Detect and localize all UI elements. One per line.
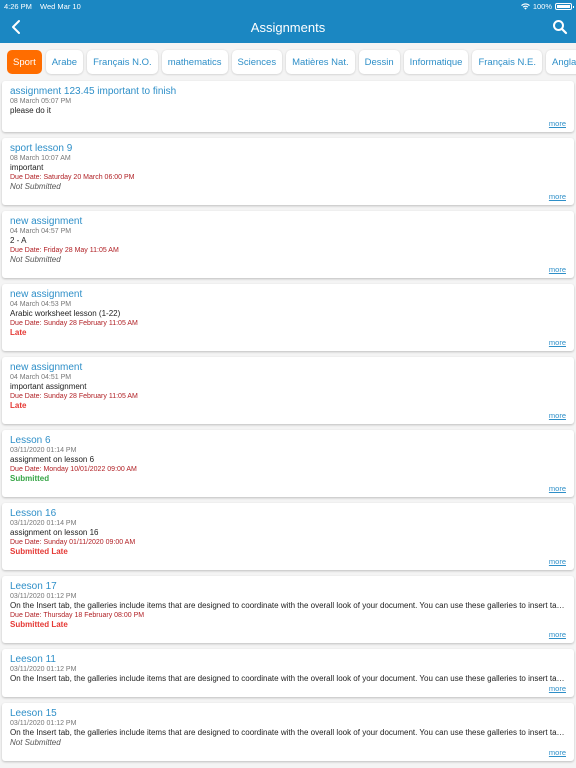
battery-icon (555, 3, 574, 10)
more-link[interactable]: more (10, 630, 566, 639)
assignment-title: Leeson 11 (10, 654, 56, 665)
tab-arabe[interactable]: Arabe (45, 50, 84, 74)
status-bar: 4:26 PM Wed Mar 10 100% (4, 2, 574, 12)
back-chevron-icon[interactable] (8, 18, 26, 36)
assignment-date: 03/11/2020 01:14 PM (10, 520, 77, 527)
assignment-description: On the Insert tab, the galleries include… (10, 601, 566, 610)
assignment-date: 08 March 10:07 AM (10, 155, 71, 162)
search-icon[interactable] (552, 19, 568, 35)
assignment-date: 04 March 04:51 PM (10, 374, 72, 381)
assignment-title: Leeson 15 (10, 708, 57, 719)
more-link[interactable]: more (10, 338, 566, 347)
tab-mati-res-nat[interactable]: Matières Nat. (286, 50, 355, 74)
due-date: Due Date: Sunday 28 February 11:05 AM (10, 320, 138, 327)
assignment-description: Arabic worksheet lesson (1-22) (10, 309, 121, 318)
more-link[interactable]: more (10, 484, 566, 493)
assignment-card[interactable]: Lesson 6 03/11/2020 01:14 PM assignment on… (2, 430, 574, 497)
submission-status: Not Submitted (10, 738, 61, 747)
assignment-card[interactable]: sport lesson 9 08 March 10:07 AM important… (2, 138, 574, 205)
assignment-date: 08 March 05:07 PM (10, 98, 72, 105)
page-title: Assignments (250, 19, 326, 35)
assignment-title: sport lesson 9 (10, 143, 73, 154)
assignment-date: 03/11/2020 01:12 PM (10, 720, 77, 727)
assignment-card[interactable]: new assignment 04 March 04:51 PM important… (2, 357, 574, 424)
status-date: Wed Mar 10 (40, 2, 81, 11)
assignment-date: 04 March 04:57 PM (10, 228, 72, 235)
tab-mathematics[interactable]: mathematics (161, 50, 228, 74)
assignment-title: assignment 123.45 important to finish (10, 86, 177, 97)
assignment-date: 03/11/2020 01:12 PM (10, 593, 77, 600)
assignment-title: new assignment (10, 289, 83, 300)
assignment-description: On the Insert tab, the galleries include… (10, 728, 566, 737)
submission-status: Submitted Late (10, 547, 68, 556)
assignment-description: important assignment (10, 382, 87, 391)
due-date: Due Date: Friday 28 May 11:05 AM (10, 247, 119, 254)
assignment-description: assignment on lesson 6 (10, 455, 95, 464)
assignment-date: 03/11/2020 01:12 PM (10, 666, 77, 673)
due-date: Due Date: Sunday 28 February 11:05 AM (10, 393, 138, 400)
assignment-description: On the Insert tab, the galleries include… (10, 674, 566, 683)
due-date: Due Date: Thursday 18 February 08:00 PM (10, 612, 145, 619)
tab-sciences[interactable]: Sciences (231, 50, 283, 74)
assignment-date: 04 March 04:53 PM (10, 301, 72, 308)
assignment-date: 03/11/2020 01:14 PM (10, 447, 77, 454)
assignment-description: please do it (10, 106, 51, 115)
top-bar: 4:26 PM Wed Mar 10 100% Assignments (0, 0, 576, 43)
subject-tabs: Sport Arabe Français N.O. mathematics Scienc… (0, 43, 576, 81)
assignment-title: new assignment (10, 362, 83, 373)
assignment-title: new assignment (10, 216, 83, 227)
tab-fran-ais-n-o[interactable]: Français N.O. (87, 50, 158, 74)
tab-informatique[interactable]: Informatique (403, 50, 469, 74)
more-link[interactable]: more (10, 265, 566, 274)
submission-status: Not Submitted (10, 255, 61, 264)
assignment-description: important (10, 163, 44, 172)
assignment-description: assignment on lesson 16 (10, 528, 99, 537)
battery-percent: 100% (532, 2, 552, 11)
assignment-card[interactable]: new assignment 04 March 04:53 PM Arabic wo… (2, 284, 574, 351)
nav-bar: Assignments (0, 14, 576, 40)
more-link[interactable]: more (10, 411, 566, 420)
more-link[interactable]: more (10, 119, 566, 128)
due-date: Due Date: Sunday 01/11/2020 09:00 AM (10, 539, 136, 546)
status-time: 4:26 PM (4, 2, 32, 11)
tab-fran-ais-n-e[interactable]: Français N.E. (472, 50, 543, 74)
submission-status: Late (10, 328, 27, 337)
assignment-title: Leeson 17 (10, 581, 57, 592)
assignment-title: Lesson 16 (10, 508, 57, 519)
assignment-list: assignment 123.45 important to finish 08 … (0, 81, 576, 761)
submission-status: Submitted Late (10, 620, 68, 629)
more-link[interactable]: more (10, 748, 566, 757)
assignment-card[interactable]: Leeson 11 03/11/2020 01:12 PM On the Inser… (2, 649, 574, 697)
submission-status: Not Submitted (10, 182, 61, 191)
assignment-card[interactable]: assignment 123.45 important to finish 08 … (2, 81, 574, 132)
tab-anglais[interactable]: Anglais (546, 50, 576, 74)
assignment-card[interactable]: Leeson 15 03/11/2020 01:12 PM On the Inser… (2, 703, 574, 761)
due-date: Due Date: Monday 10/01/2022 09:00 AM (10, 466, 137, 473)
tab-sport[interactable]: Sport (7, 50, 42, 74)
submission-status: Submitted (10, 474, 50, 483)
assignment-title: Lesson 6 (10, 435, 51, 446)
tab-dessin[interactable]: Dessin (358, 50, 400, 74)
more-link[interactable]: more (10, 192, 566, 201)
wifi-icon (520, 3, 530, 10)
assignment-description: 2 - A (10, 236, 27, 245)
more-link[interactable]: more (10, 684, 566, 693)
submission-status: Late (10, 401, 27, 410)
assignment-card[interactable]: Leeson 17 03/11/2020 01:12 PM On the Inser… (2, 576, 574, 643)
more-link[interactable]: more (10, 557, 566, 566)
assignment-card[interactable]: Lesson 16 03/11/2020 01:14 PM assignment o… (2, 503, 574, 570)
due-date: Due Date: Saturday 20 March 06:00 PM (10, 174, 135, 181)
assignment-card[interactable]: new assignment 04 March 04:57 PM 2 - A Due … (2, 211, 574, 278)
